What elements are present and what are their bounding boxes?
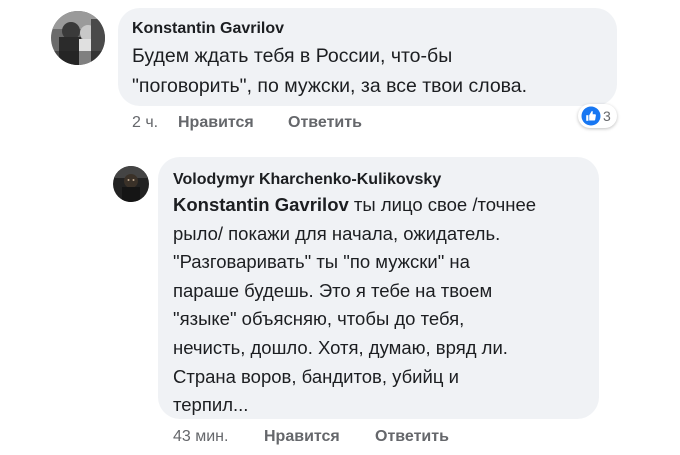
- avatar[interactable]: [51, 11, 105, 65]
- reaction-summary[interactable]: 3: [578, 104, 617, 128]
- like-button[interactable]: Нравится: [178, 114, 288, 132]
- comment-timestamp[interactable]: 43 мин.: [173, 428, 264, 446]
- comment-author[interactable]: Volodymyr Kharchenko-Kulikovsky: [173, 169, 583, 191]
- reply-button[interactable]: Ответить: [288, 114, 362, 132]
- reply-button[interactable]: Ответить: [375, 428, 449, 446]
- comment-text-body: ты лицо свое /точнее рыло/ покажи для на…: [173, 194, 537, 416]
- comment-actions: 43 мин. Нравится Ответить: [173, 428, 449, 446]
- comment-text: Будем ждать тебя в России, что-бы "погов…: [132, 45, 528, 97]
- avatar[interactable]: [113, 166, 149, 202]
- mention-link[interactable]: Konstantin Gavrilov: [173, 194, 349, 215]
- comment-actions: 2 ч. Нравится Ответить: [132, 114, 362, 132]
- comment-bubble: Konstantin Gavrilov Будем ждать тебя в Р…: [118, 8, 617, 106]
- avatar-photo: [51, 11, 105, 65]
- comment-bubble: Volodymyr Kharchenko-Kulikovsky Konstant…: [158, 157, 599, 419]
- thumbs-up-icon: [581, 106, 601, 126]
- comment-timestamp[interactable]: 2 ч.: [132, 114, 178, 132]
- avatar-photo: [113, 166, 149, 202]
- reaction-count: 3: [603, 108, 611, 124]
- comment-author[interactable]: Konstantin Gavrilov: [132, 18, 601, 39]
- comment-text: Konstantin Gavrilov ты лицо свое /точнее…: [173, 191, 583, 420]
- like-button[interactable]: Нравится: [264, 428, 375, 446]
